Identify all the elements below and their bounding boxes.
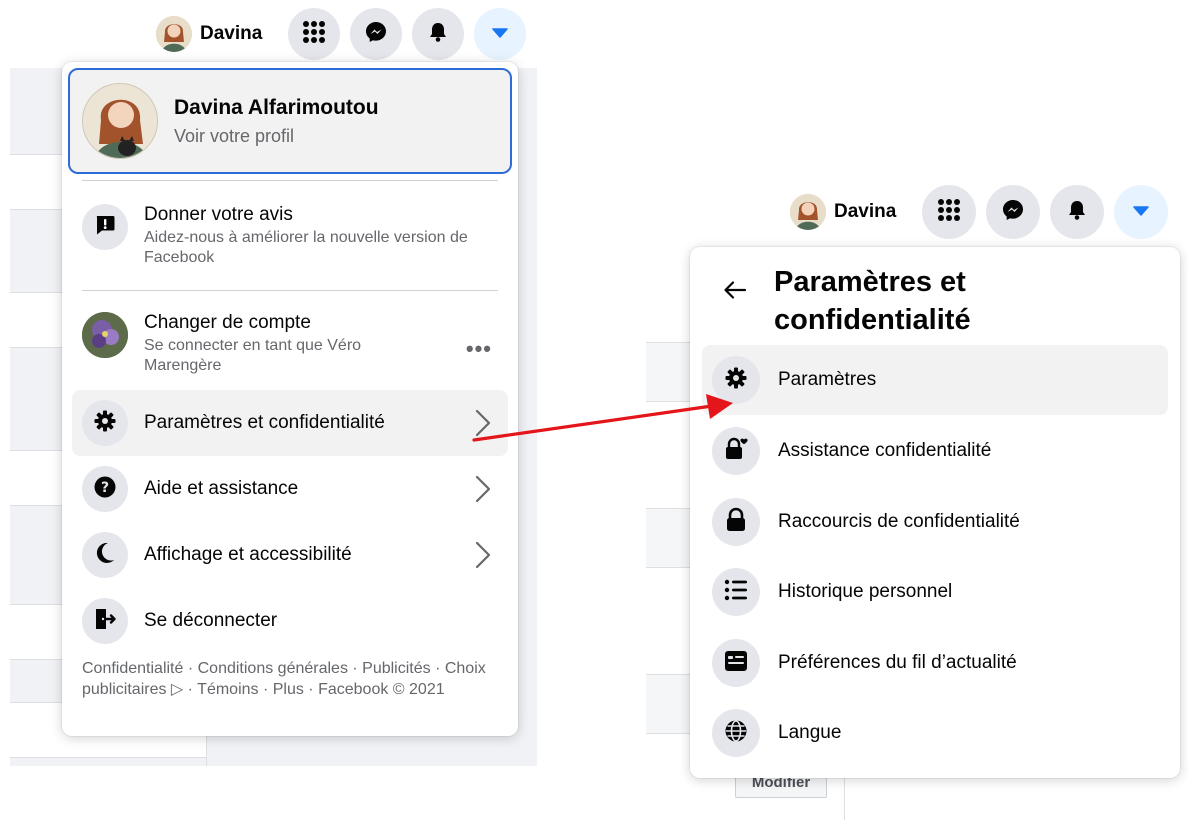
submenu-header: Paramètres et confidentialité	[714, 263, 1114, 339]
news-feed-preferences-item[interactable]: Préférences du fil d’actualité	[702, 628, 1168, 698]
back-button[interactable]	[714, 271, 756, 313]
notifications-button[interactable]	[412, 8, 465, 60]
bell-icon	[427, 21, 449, 48]
privacy-shortcuts-label: Raccourcis de confidentialité	[778, 511, 1020, 532]
lock-icon	[724, 507, 748, 538]
moon-icon-wrap	[82, 532, 128, 578]
list-icon-wrap	[712, 568, 760, 616]
messenger-icon	[364, 20, 388, 49]
question-icon: ?	[93, 475, 117, 504]
lock-icon-wrap	[712, 498, 760, 546]
profile-link[interactable]: Davina Alfarimoutou Voir votre profil	[68, 68, 512, 174]
feedback-icon	[94, 214, 116, 241]
submenu-title: Paramètres et confidentialité	[774, 266, 971, 336]
messenger-icon	[1001, 198, 1025, 227]
language-label: Langue	[778, 722, 842, 743]
avatar	[82, 312, 128, 358]
avatar	[156, 16, 192, 52]
account-dropdown: Davina Alfarimoutou Voir votre profil Do…	[62, 62, 518, 736]
chevron-right-icon	[468, 540, 498, 570]
menu-button[interactable]	[922, 185, 977, 239]
globe-icon	[724, 719, 748, 748]
avatar	[790, 194, 826, 230]
activity-log-item[interactable]: Historique personnel	[702, 557, 1168, 627]
feedback-subtitle: Aidez-nous à améliorer la nouvelle versi…	[144, 229, 468, 266]
globe-icon-wrap	[712, 709, 760, 757]
messenger-button[interactable]	[350, 8, 403, 60]
help-item[interactable]: ? Aide et assistance	[72, 456, 508, 522]
language-item[interactable]: Langue	[702, 698, 1168, 768]
settings-privacy-label: Paramètres et confidentialité	[144, 412, 385, 433]
activity-log-label: Historique personnel	[778, 581, 953, 602]
menu-divider	[82, 290, 498, 291]
list-icon	[724, 579, 748, 606]
gear-icon	[93, 409, 117, 438]
more-options-icon[interactable]: •••	[466, 336, 492, 362]
menu-grid-icon	[936, 197, 962, 228]
top-nav-right: Davina	[786, 185, 1169, 239]
logout-icon-wrap	[82, 598, 128, 644]
question-icon-wrap: ?	[82, 466, 128, 512]
lock-heart-icon	[723, 436, 749, 467]
switch-account-item[interactable]: Changer de compte Se connecter en tant q…	[72, 304, 508, 384]
footer-links[interactable]: Confidentialité · Conditions générales ·…	[82, 658, 502, 700]
gear-icon-wrap	[712, 356, 760, 404]
caret-down-icon	[1133, 203, 1150, 221]
settings-privacy-item[interactable]: Paramètres et confidentialité	[72, 390, 508, 456]
notifications-button[interactable]	[1050, 185, 1105, 239]
feed-icon-wrap	[712, 639, 760, 687]
logout-label: Se déconnecter	[144, 610, 278, 631]
account-menu-button[interactable]	[1114, 185, 1169, 239]
avatar	[82, 83, 158, 159]
privacy-checkup-item[interactable]: Assistance confidentialité	[702, 416, 1168, 486]
help-label: Aide et assistance	[144, 478, 299, 499]
logout-item[interactable]: Se déconnecter	[72, 588, 508, 654]
lock-heart-icon-wrap	[712, 427, 760, 475]
switch-account-title: Changer de compte	[144, 312, 311, 333]
user-name: Davina	[200, 23, 263, 44]
news-feed-preferences-label: Préférences du fil d’actualité	[778, 652, 1017, 673]
feedback-icon-wrap	[82, 204, 128, 250]
feedback-title: Donner votre avis	[144, 204, 293, 225]
menu-grid-icon	[301, 19, 327, 50]
logout-icon	[93, 607, 117, 636]
switch-account-subtitle: Se connecter en tant que Véro Marengère	[144, 337, 362, 374]
feedback-item[interactable]: Donner votre avis Aidez-nous à améliorer…	[72, 194, 508, 280]
top-nav-left: Davina	[152, 8, 536, 60]
gear-icon	[724, 366, 748, 395]
settings-item[interactable]: Paramètres	[702, 345, 1168, 415]
privacy-shortcuts-item[interactable]: Raccourcis de confidentialité	[702, 487, 1168, 557]
moon-icon	[93, 541, 117, 570]
messenger-button[interactable]	[986, 185, 1041, 239]
profile-subtitle: Voir votre profil	[174, 125, 295, 146]
settings-label: Paramètres	[778, 369, 877, 390]
settings-privacy-submenu: Paramètres et confidentialité Paramètres…	[690, 247, 1180, 778]
bell-icon	[1066, 199, 1088, 226]
profile-chip[interactable]: Davina	[152, 10, 274, 58]
profile-name: Davina Alfarimoutou	[174, 95, 379, 119]
display-accessibility-item[interactable]: Affichage et accessibilité	[72, 522, 508, 588]
caret-down-icon	[492, 25, 509, 43]
chevron-right-icon	[468, 408, 498, 438]
menu-button[interactable]	[288, 8, 341, 60]
chevron-right-icon	[468, 474, 498, 504]
svg-text:?: ?	[101, 480, 109, 496]
privacy-checkup-label: Assistance confidentialité	[778, 440, 992, 461]
arrow-left-icon	[723, 280, 747, 305]
menu-divider	[82, 180, 498, 181]
user-name: Davina	[834, 201, 897, 222]
display-accessibility-label: Affichage et accessibilité	[144, 544, 352, 565]
gear-icon-wrap	[82, 400, 128, 446]
profile-chip[interactable]: Davina	[786, 188, 908, 236]
feed-icon	[724, 650, 748, 677]
account-menu-button[interactable]	[474, 8, 527, 60]
